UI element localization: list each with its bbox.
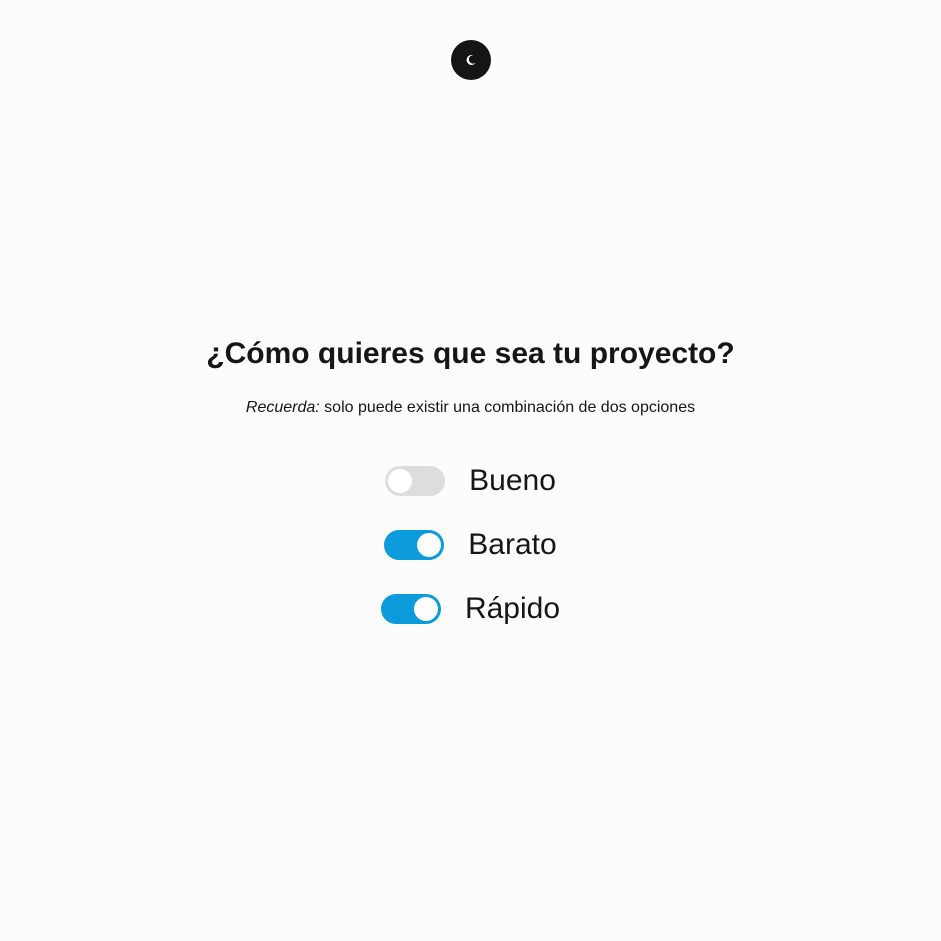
- option-label-rapido[interactable]: Rápido: [465, 591, 560, 627]
- page-title: ¿Cómo quieres que sea tu proyecto?: [206, 337, 735, 370]
- option-label-barato[interactable]: Barato: [468, 527, 556, 563]
- page: ¿Cómo quieres que sea tu proyecto? Recue…: [0, 0, 941, 941]
- subtitle: Recuerda: solo puede existir una combina…: [0, 398, 941, 418]
- toggle-knob: [388, 469, 413, 493]
- option-bueno[interactable]: Bueno: [0, 463, 941, 499]
- option-barato[interactable]: Barato: [0, 527, 941, 563]
- toggle-knob: [417, 533, 442, 557]
- options-list: Bueno Barato Rápido: [0, 463, 941, 655]
- toggle-switch-barato[interactable]: [384, 530, 445, 560]
- subtitle-emphasis: Recuerda:: [245, 399, 320, 416]
- toggle-switch-bueno[interactable]: [385, 466, 446, 496]
- toggle-switch-rapido[interactable]: [380, 594, 441, 624]
- moon-icon: [466, 54, 476, 65]
- theme-toggle-button[interactable]: [451, 40, 491, 80]
- option-label-bueno[interactable]: Bueno: [469, 463, 556, 499]
- toggle-knob: [413, 597, 438, 621]
- option-rapido[interactable]: Rápido: [0, 591, 941, 627]
- subtitle-text: solo puede existir una combinación de do…: [319, 399, 696, 416]
